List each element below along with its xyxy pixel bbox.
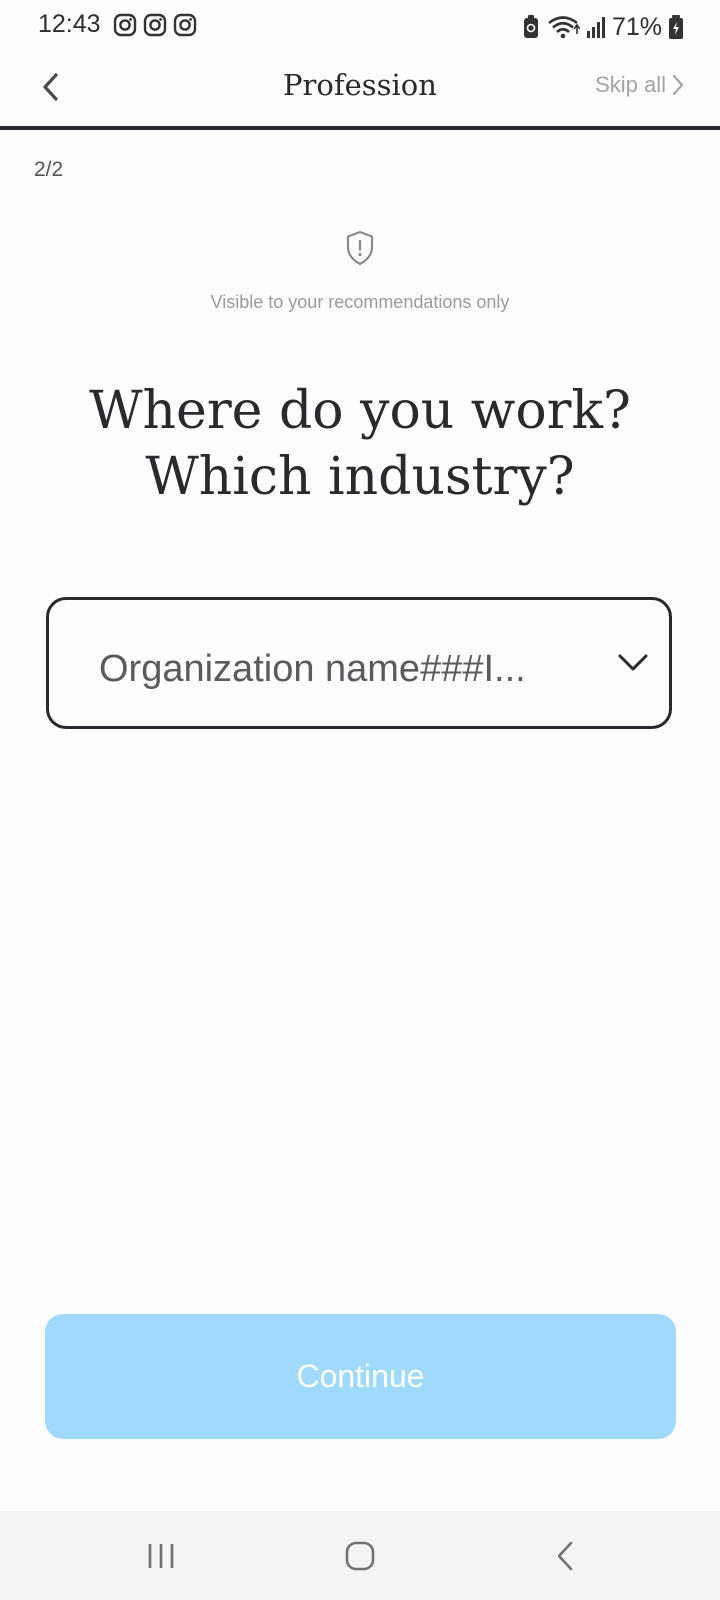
visibility-note: Visible to your recommendations only bbox=[210, 292, 510, 312]
back-icon bbox=[557, 1541, 573, 1571]
battery-icon bbox=[669, 15, 683, 39]
status-indicators: 71% bbox=[522, 10, 684, 44]
signal-icon bbox=[586, 17, 605, 38]
home-button[interactable] bbox=[330, 1531, 390, 1581]
battery-saver-icon bbox=[523, 15, 538, 38]
skip-all-button[interactable]: Skip all bbox=[595, 72, 684, 98]
instagram-icon bbox=[173, 13, 197, 37]
organization-select-value: Organization name###I... bbox=[99, 648, 526, 690]
chevron-down-icon bbox=[618, 654, 648, 671]
home-icon bbox=[345, 1541, 375, 1571]
progress-bar bbox=[0, 126, 720, 130]
status-bar: 12:43 71% bbox=[0, 0, 720, 54]
app-bar: Profession Skip all bbox=[0, 54, 720, 128]
wifi-icon bbox=[548, 16, 580, 39]
chevron-right-icon bbox=[672, 74, 684, 96]
skip-all-label: Skip all bbox=[595, 72, 666, 97]
question-line-1: Where do you work? bbox=[89, 381, 631, 441]
continue-button[interactable]: Continue bbox=[45, 1314, 676, 1439]
recent-apps-icon bbox=[148, 1544, 174, 1568]
instagram-icon bbox=[113, 13, 137, 37]
shield-icon bbox=[346, 230, 374, 266]
question-line-2: Which industry? bbox=[145, 447, 575, 507]
step-counter: 2/2 bbox=[34, 158, 64, 181]
system-nav-bar bbox=[0, 1511, 720, 1600]
system-back-button[interactable] bbox=[535, 1531, 595, 1581]
organization-select[interactable]: Organization name###I... bbox=[46, 597, 672, 729]
status-time: 12:43 bbox=[38, 10, 101, 38]
battery-percent: 71% bbox=[611, 12, 662, 41]
question-heading: Where do you work? Which industry? bbox=[0, 378, 720, 510]
instagram-icon bbox=[143, 13, 167, 37]
recent-apps-button[interactable] bbox=[131, 1531, 191, 1581]
